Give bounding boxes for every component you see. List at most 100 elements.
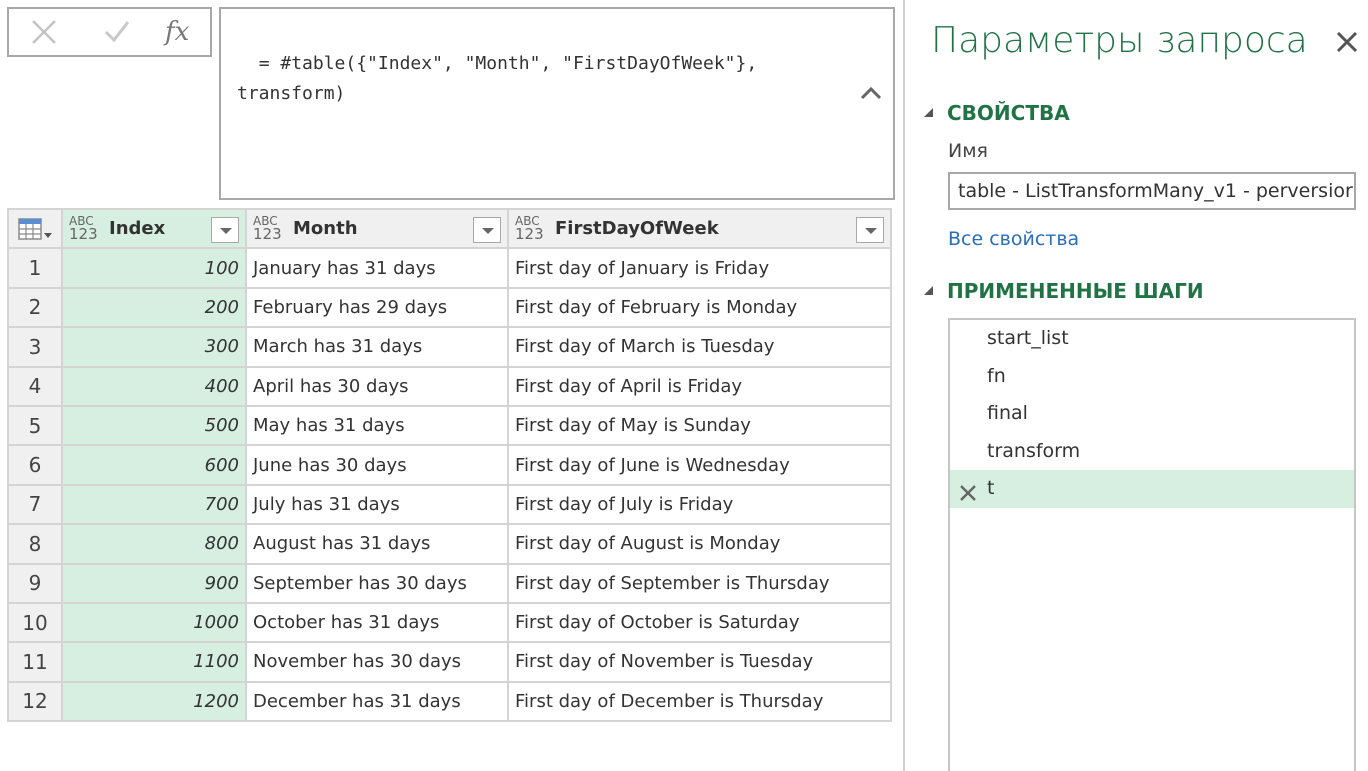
cell-firstdayofweek[interactable]: First day of March is Tuesday [507,326,892,368]
collapse-triangle-icon [924,108,933,117]
cell-firstdayofweek[interactable]: First day of October is Saturday [507,601,892,644]
grid-header-row: ABC 123 Index ABC 123 Month ABC 123 FirstDa… [7,207,892,250]
formula-input[interactable]: = #table({"Index", "Month", "FirstDayOfW… [219,7,895,200]
column-header-firstdayofweek[interactable]: ABC 123 FirstDayOfWeek [507,207,892,250]
table-row: 10 1000 October has 31 days First day of Oc… [7,601,892,644]
column-title: FirstDayOfWeek [555,218,719,240]
applied-step[interactable]: start_list [950,320,1354,358]
applied-steps-list: start_list fn final transform t [948,318,1356,771]
cell-month[interactable]: October has 31 days [245,601,509,644]
collapse-triangle-icon [924,286,933,295]
applied-step[interactable]: fn [950,358,1354,396]
row-number[interactable]: 12 [7,680,63,723]
chevron-up-icon[interactable] [859,21,883,100]
cell-firstdayofweek[interactable]: First day of May is Sunday [507,404,892,447]
cell-firstdayofweek[interactable]: First day of February is Monday [507,286,892,329]
table-row: 3 300 March has 31 days First day of March … [7,326,892,368]
cell-index[interactable]: 1100 [61,641,247,683]
any-type-icon[interactable]: ABC 123 [515,215,545,242]
table-icon [10,211,60,246]
cell-firstdayofweek[interactable]: First day of December is Thursday [507,680,892,723]
cell-firstdayofweek[interactable]: First day of June is Wednesday [507,444,892,486]
column-title: Index [109,218,166,240]
filter-dropdown-button[interactable] [211,216,239,243]
filter-dropdown-button[interactable] [856,216,884,243]
table-menu-button[interactable] [7,207,63,250]
cell-index[interactable]: 300 [61,326,247,368]
table-row: 9 900 September has 30 days First day of Se… [7,562,892,604]
cell-index[interactable]: 700 [61,483,247,526]
cell-month[interactable]: February has 29 days [245,286,509,329]
cell-index[interactable]: 1000 [61,601,247,644]
row-number[interactable]: 3 [7,326,63,368]
any-type-icon[interactable]: ABC 123 [253,215,283,242]
table-row: 1 100 January has 31 days First day of Janu… [7,247,892,289]
formula-text: = #table({"Index", "Month", "FirstDayOfW… [237,53,758,104]
row-number[interactable]: 6 [7,444,63,486]
cell-firstdayofweek[interactable]: First day of January is Friday [507,247,892,289]
table-row: 7 700 July has 31 days First day of July is… [7,483,892,526]
cell-month[interactable]: April has 30 days [245,365,509,407]
cell-month[interactable]: July has 31 days [245,483,509,526]
cell-firstdayofweek[interactable]: First day of July is Friday [507,483,892,526]
table-row: 8 800 August has 31 days First day of Augus… [7,523,892,565]
cell-index[interactable]: 200 [61,286,247,329]
row-number[interactable]: 7 [7,483,63,526]
cell-firstdayofweek[interactable]: First day of August is Monday [507,523,892,565]
cell-firstdayofweek[interactable]: First day of April is Friday [507,365,892,407]
column-title: Month [293,218,358,240]
row-number[interactable]: 8 [7,523,63,565]
all-properties-link[interactable]: Все свойства [948,228,1079,250]
row-number[interactable]: 4 [7,365,63,407]
cell-month[interactable]: June has 30 days [245,444,509,486]
applied-step[interactable]: final [950,395,1354,433]
query-name-input[interactable]: table - ListTransformMany_v1 - perversio… [948,172,1356,210]
applied-step[interactable]: transform [950,433,1354,471]
cell-index[interactable]: 400 [61,365,247,407]
cell-index[interactable]: 1200 [61,680,247,723]
table-row: 11 1100 November has 30 days First day of N… [7,641,892,683]
name-label: Имя [948,140,988,162]
cell-index[interactable]: 100 [61,247,247,289]
row-number[interactable]: 5 [7,404,63,447]
close-icon[interactable] [29,17,59,53]
row-number[interactable]: 10 [7,601,63,644]
filter-dropdown-button[interactable] [473,216,501,243]
cell-index[interactable]: 800 [61,523,247,565]
table-row: 12 1200 December has 31 days First day of D… [7,680,892,723]
table-row: 4 400 April has 30 days First day of April … [7,365,892,407]
cell-month[interactable]: December has 31 days [245,680,509,723]
query-settings-title: Параметры запроса [931,20,1308,61]
cell-month[interactable]: September has 30 days [245,562,509,604]
formula-bar-buttons: fx [7,7,212,57]
cell-index[interactable]: 500 [61,404,247,447]
delete-step-icon[interactable] [958,479,978,501]
applied-steps-section-header[interactable]: ПРИМЕНЕННЫЕ ШАГИ [924,279,1204,303]
cell-month[interactable]: November has 30 days [245,641,509,683]
table-row: 5 500 May has 31 days First day of May is S… [7,404,892,447]
cell-firstdayofweek[interactable]: First day of September is Thursday [507,562,892,604]
any-type-icon[interactable]: ABC 123 [69,215,99,242]
table-row: 6 600 June has 30 days First day of June is… [7,444,892,486]
row-number[interactable]: 11 [7,641,63,683]
fx-icon[interactable]: fx [165,17,189,47]
applied-step-selected[interactable]: t [950,470,1354,508]
close-icon[interactable] [1333,28,1361,56]
checkmark-icon[interactable] [103,17,131,51]
pane-splitter[interactable] [903,0,905,771]
row-number[interactable]: 2 [7,286,63,329]
cell-month[interactable]: May has 31 days [245,404,509,447]
cell-index[interactable]: 600 [61,444,247,486]
row-number[interactable]: 9 [7,562,63,604]
data-grid: ABC 123 Index ABC 123 Month ABC 123 FirstDa… [7,207,892,723]
row-number[interactable]: 1 [7,247,63,289]
column-header-month[interactable]: ABC 123 Month [245,207,509,250]
properties-section-header[interactable]: СВОЙСТВА [924,101,1070,125]
cell-month[interactable]: August has 31 days [245,523,509,565]
table-row: 2 200 February has 29 days First day of Feb… [7,286,892,329]
column-header-index[interactable]: ABC 123 Index [61,207,247,250]
cell-firstdayofweek[interactable]: First day of November is Tuesday [507,641,892,683]
cell-index[interactable]: 900 [61,562,247,604]
cell-month[interactable]: January has 31 days [245,247,509,289]
cell-month[interactable]: March has 31 days [245,326,509,368]
